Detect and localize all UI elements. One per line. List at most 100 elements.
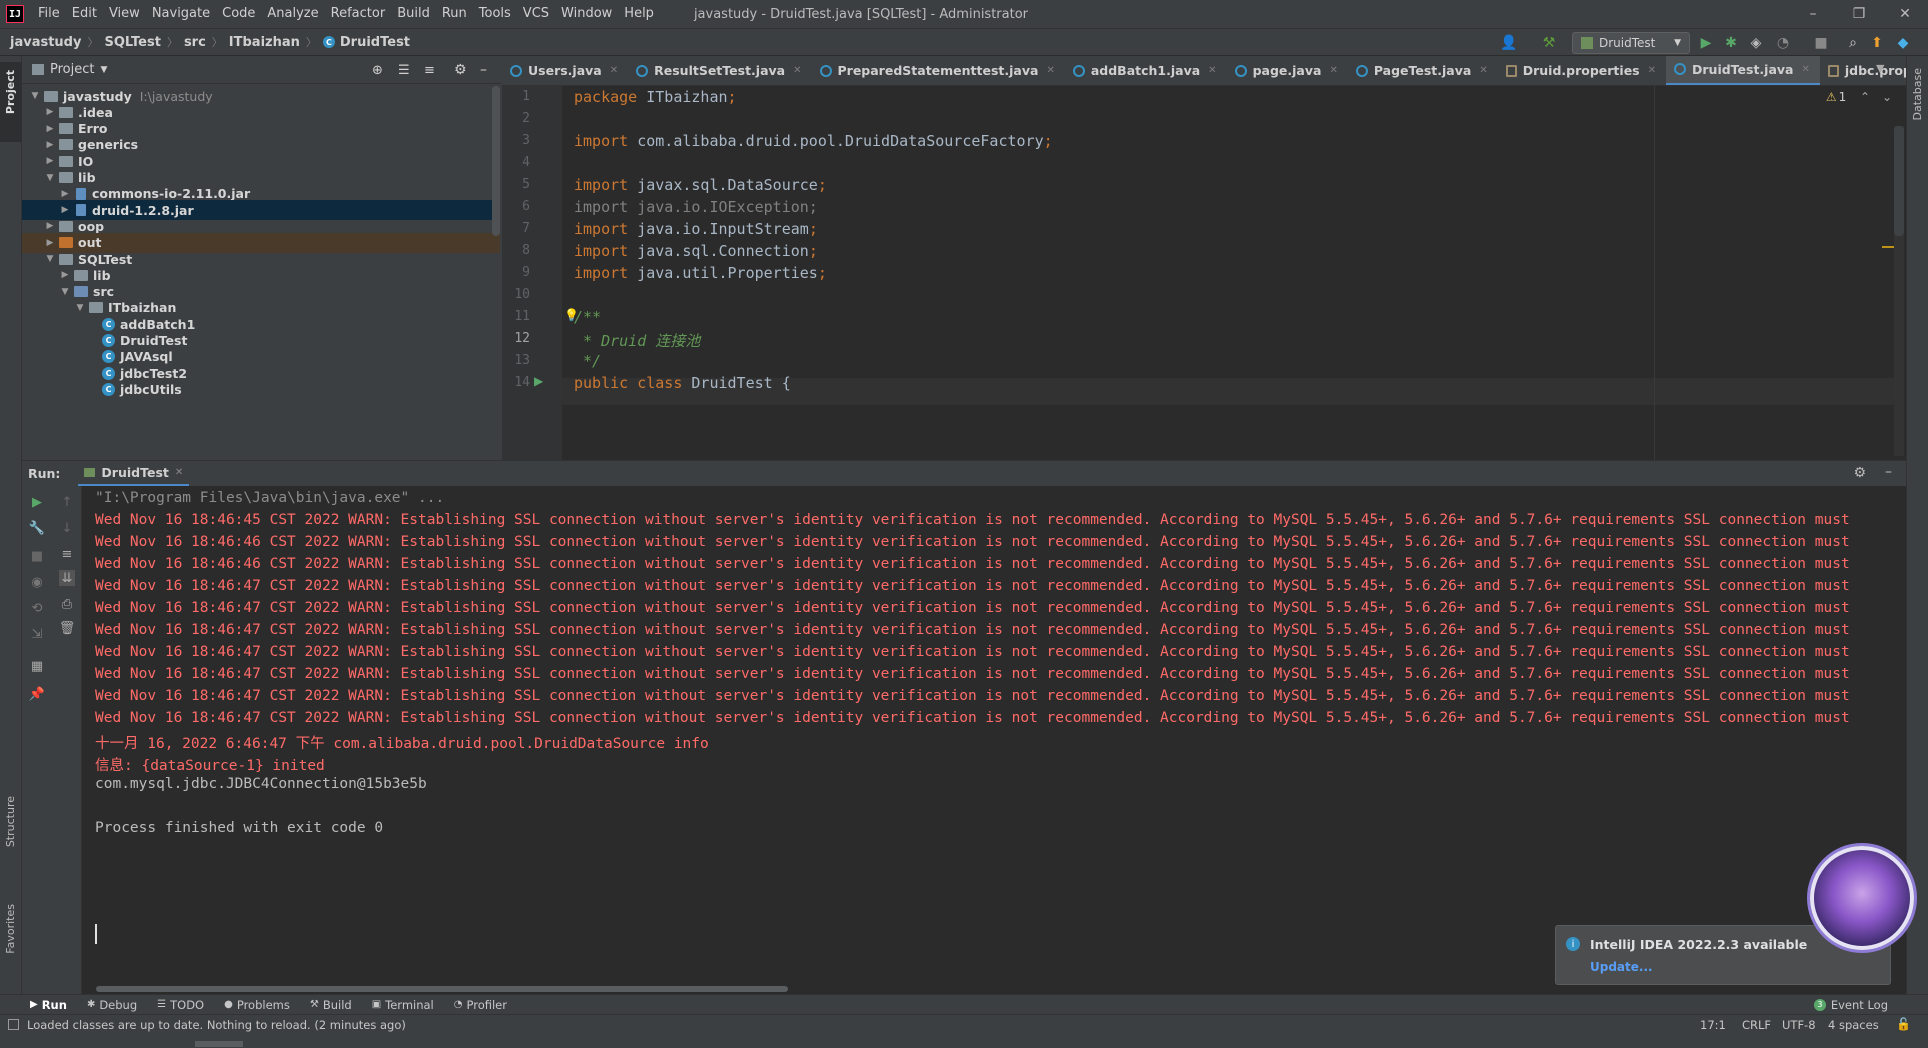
- menu-run[interactable]: Run: [436, 0, 473, 28]
- menu-build[interactable]: Build: [391, 0, 436, 28]
- menu-edit[interactable]: Edit: [66, 0, 103, 28]
- stop-icon[interactable]: ■: [1812, 34, 1830, 52]
- run-tab-druidtest[interactable]: DruidTest ✕: [78, 461, 190, 487]
- toggle-tool-windows-icon[interactable]: [8, 1019, 19, 1030]
- close-icon[interactable]: ✕: [793, 65, 801, 76]
- chevron-down-icon[interactable]: ▼: [43, 173, 57, 183]
- chevron-down-icon[interactable]: ▼: [58, 287, 72, 297]
- menu-file[interactable]: File: [32, 0, 66, 28]
- project-stripe-button[interactable]: Project: [0, 62, 22, 142]
- coverage-icon[interactable]: ◈: [1747, 34, 1765, 52]
- chevron-right-icon[interactable]: ▶: [43, 107, 57, 117]
- menu-code[interactable]: Code: [216, 0, 261, 28]
- menu-vcs[interactable]: VCS: [517, 0, 555, 28]
- menu-navigate[interactable]: Navigate: [146, 0, 216, 28]
- lock-icon[interactable]: 🔓: [1896, 1017, 1911, 1031]
- editor-tab[interactable]: DruidTest.java ✕: [1666, 56, 1820, 85]
- menu-help[interactable]: Help: [618, 0, 660, 28]
- close-window-button[interactable]: ✕: [1882, 0, 1928, 28]
- maximize-button[interactable]: ❐: [1836, 0, 1882, 28]
- close-icon[interactable]: ✕: [1479, 65, 1487, 76]
- menu-refactor[interactable]: Refactor: [325, 0, 392, 28]
- menu-view[interactable]: View: [103, 0, 146, 28]
- close-icon[interactable]: ✕: [1329, 65, 1337, 76]
- tree-scrollbar[interactable]: [492, 86, 500, 236]
- chevron-right-icon[interactable]: ▶: [43, 140, 57, 150]
- breadcrumb-item[interactable]: SQLTest: [104, 35, 160, 50]
- lightbulb-icon[interactable]: 💡: [564, 308, 579, 322]
- soft-wrap-icon[interactable]: ≡: [59, 546, 75, 562]
- trash-icon[interactable]: 🗑: [59, 620, 76, 636]
- editor-tab[interactable]: jdbc.propertie: [1820, 56, 1906, 85]
- editor-tab[interactable]: Druid.properties ✕: [1498, 56, 1666, 85]
- profile-icon[interactable]: ◔: [1774, 34, 1792, 52]
- gear-icon[interactable]: ⚙: [454, 62, 467, 78]
- expand-all-icon[interactable]: ☰: [398, 63, 410, 78]
- editor-tab[interactable]: Users.java ✕: [502, 56, 628, 85]
- breadcrumb-item[interactable]: javastudy: [10, 35, 81, 50]
- chevron-right-icon[interactable]: ▶: [58, 205, 72, 215]
- line-separator[interactable]: CRLF: [1742, 1018, 1771, 1032]
- layout-icon[interactable]: ▦: [29, 658, 45, 674]
- editor-scrollbar[interactable]: [1882, 126, 1904, 456]
- print-icon[interactable]: ⎙: [59, 596, 75, 612]
- minimize-button[interactable]: –: [1790, 0, 1836, 28]
- chevron-right-icon[interactable]: ▶: [58, 270, 72, 280]
- editor-tab[interactable]: ResultSetTest.java ✕: [628, 56, 811, 85]
- tool-window-profiler[interactable]: ◔ Profiler: [454, 998, 507, 1012]
- chevron-right-icon[interactable]: ▶: [43, 156, 57, 166]
- editor-tab[interactable]: PreparedStatementtest.java ✕: [812, 56, 1065, 85]
- editor-tab[interactable]: PageTest.java ✕: [1348, 56, 1498, 85]
- editor-tab[interactable]: page.java ✕: [1227, 56, 1348, 85]
- hide-icon[interactable]: –: [1885, 464, 1892, 480]
- menu-tools[interactable]: Tools: [473, 0, 517, 28]
- run-gutter-icon[interactable]: ▶: [534, 374, 543, 388]
- restore-layout-icon[interactable]: ⟲: [29, 600, 45, 616]
- chevron-right-icon[interactable]: ▶: [43, 124, 57, 134]
- indent-setting[interactable]: 4 spaces: [1828, 1018, 1879, 1032]
- menu-analyze[interactable]: Analyze: [261, 0, 324, 28]
- rerun-icon[interactable]: ▶: [29, 494, 45, 510]
- tool-window-run[interactable]: ▶ Run: [30, 998, 67, 1012]
- run-config-select[interactable]: DruidTest ▼: [1572, 32, 1690, 54]
- tree-item[interactable]: CjdbcUtils: [22, 379, 500, 399]
- chevron-right-icon[interactable]: ▶: [43, 238, 57, 248]
- breadcrumb-item[interactable]: C DruidTest: [322, 35, 410, 50]
- exit-icon[interactable]: ⇲: [29, 626, 45, 642]
- collapse-all-icon[interactable]: ≡: [424, 63, 435, 78]
- caret-position[interactable]: 17:1: [1700, 1018, 1726, 1032]
- chevron-down-icon[interactable]: ▼: [28, 91, 42, 101]
- scroll-to-end-icon[interactable]: ⇊: [59, 570, 75, 586]
- run-icon[interactable]: ▶: [1697, 34, 1715, 52]
- close-icon[interactable]: ✕: [1648, 65, 1656, 76]
- close-icon[interactable]: ✕: [1801, 64, 1809, 75]
- breadcrumb-item[interactable]: ITbaizhan: [229, 35, 300, 50]
- chevron-down-icon[interactable]: ▼: [73, 303, 87, 313]
- intellij-logo-icon[interactable]: IJ: [6, 5, 24, 23]
- pin-icon[interactable]: 📌: [29, 686, 45, 702]
- stop-icon[interactable]: ■: [29, 548, 45, 564]
- warning-indicator[interactable]: ⚠ 1 ⌃ ⌄: [1826, 90, 1892, 104]
- user-icon[interactable]: 👤: [1500, 34, 1518, 52]
- database-stripe-button[interactable]: Database: [1911, 68, 1924, 121]
- camera-icon[interactable]: ◉: [29, 574, 45, 590]
- chevron-down-icon[interactable]: ⌄: [1882, 90, 1892, 104]
- close-icon[interactable]: ✕: [1208, 65, 1216, 76]
- build-hammer-icon[interactable]: ⚒: [1540, 34, 1558, 52]
- update-icon[interactable]: ⬆: [1868, 34, 1886, 52]
- hide-icon[interactable]: –: [480, 62, 487, 78]
- console-horizontal-scrollbar[interactable]: [96, 986, 788, 992]
- event-log-button[interactable]: 3 Event Log: [1813, 998, 1888, 1012]
- breadcrumb-item[interactable]: src: [184, 35, 206, 50]
- chevron-right-icon[interactable]: ▶: [58, 189, 72, 199]
- chevron-right-icon[interactable]: ▶: [43, 221, 57, 231]
- decorative-avatar-widget[interactable]: [1810, 846, 1914, 950]
- chevron-up-icon[interactable]: ⌃: [1860, 90, 1870, 104]
- favorites-stripe-button[interactable]: Favorites: [4, 904, 17, 954]
- menu-window[interactable]: Window: [555, 0, 618, 28]
- code-editor[interactable]: ⚠ 1 ⌃ ⌄ package ITbaizhan; import com.alib…: [562, 86, 1906, 460]
- tool-window-debug[interactable]: ✱ Debug: [87, 998, 137, 1012]
- file-encoding[interactable]: UTF-8: [1782, 1018, 1816, 1032]
- tool-window-todo[interactable]: ☰ TODO: [157, 998, 204, 1012]
- locate-icon[interactable]: ⊕: [372, 63, 383, 78]
